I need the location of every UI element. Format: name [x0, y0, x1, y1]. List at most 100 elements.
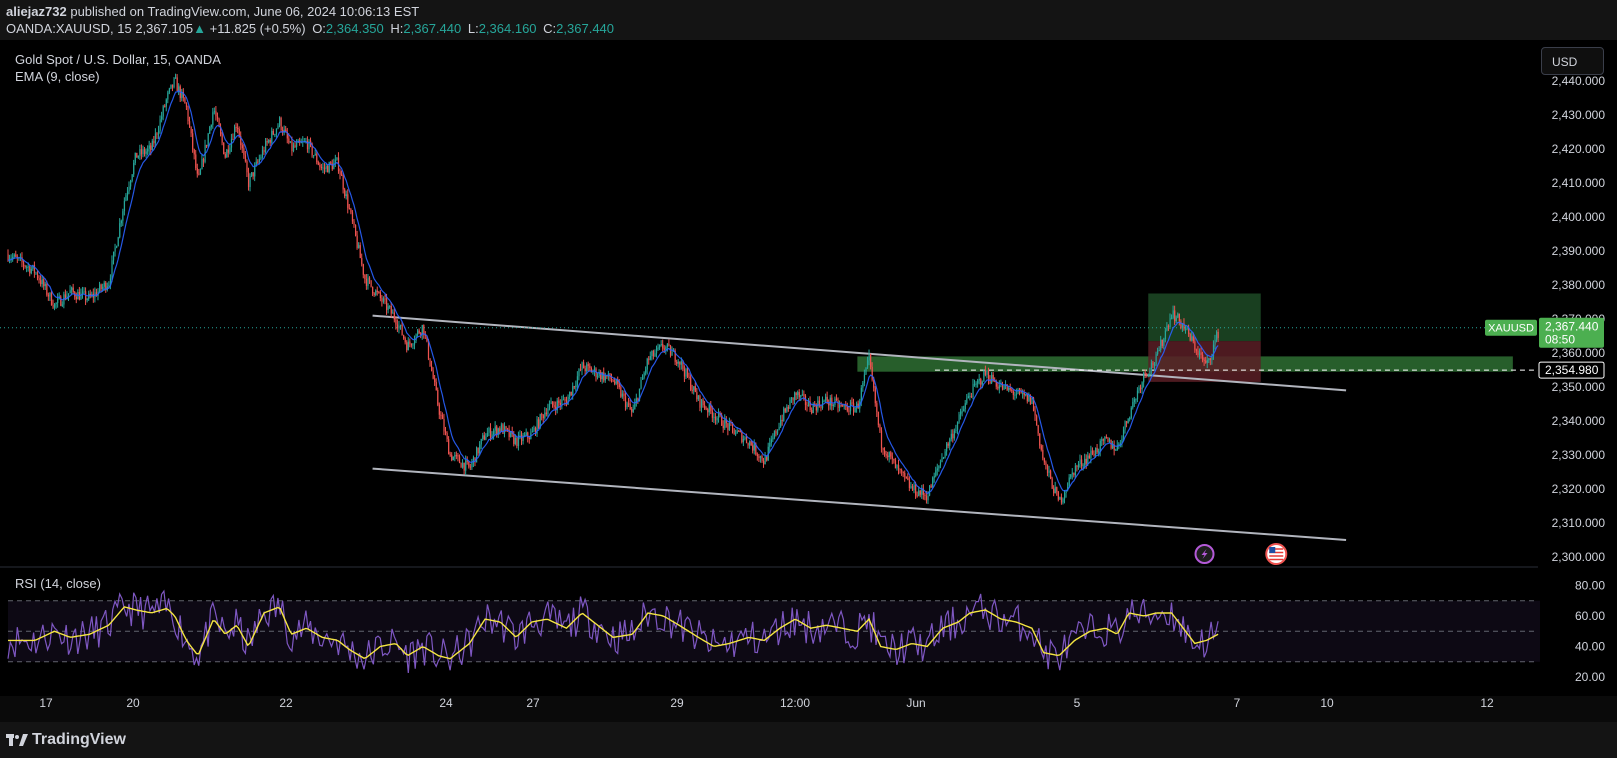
candle-body	[83, 291, 85, 293]
candle-body	[545, 412, 548, 415]
candle-body	[693, 386, 695, 391]
candle-body	[911, 486, 914, 491]
candle-body	[966, 398, 968, 404]
candle-body	[659, 345, 661, 348]
price-chart[interactable]: 2,300.000 2,310.000 2,320.000 2,330.000 2,34…	[0, 0, 1617, 722]
candle-body	[1195, 349, 1198, 351]
candle-body	[956, 422, 959, 430]
candle-body	[626, 403, 628, 408]
candle-body	[288, 138, 290, 143]
candle-body	[541, 414, 543, 416]
candle-body	[759, 456, 762, 459]
candle-body	[958, 414, 960, 423]
candle-body	[960, 411, 962, 415]
candle-body	[699, 395, 701, 408]
candle-body	[705, 408, 707, 410]
candle-body	[477, 447, 479, 454]
candle-body	[1022, 392, 1024, 394]
chart-title-legend[interactable]: Gold Spot / U.S. Dollar, 15, OANDA	[15, 52, 221, 67]
candle-body	[679, 361, 681, 365]
candle-body	[704, 405, 706, 409]
candle-body	[175, 77, 177, 79]
candle-body	[378, 291, 380, 293]
candle-body	[901, 470, 903, 472]
candle-body	[987, 371, 990, 381]
candle-body	[981, 381, 983, 385]
candle-body	[1152, 362, 1154, 366]
candle-body	[207, 133, 209, 146]
candle-body	[752, 445, 754, 451]
candle-body	[1063, 493, 1066, 499]
currency-button[interactable]: USD	[1541, 47, 1604, 75]
candle-body	[438, 404, 440, 415]
candle-body	[165, 99, 167, 107]
tradingview-logo[interactable]: TradingView	[6, 731, 126, 749]
candle-body	[519, 434, 521, 436]
candle-body	[168, 88, 171, 93]
candle-body	[128, 186, 130, 192]
candle-body	[507, 428, 509, 430]
candle-body	[1194, 341, 1196, 350]
candle-body	[55, 302, 57, 304]
candle-body	[893, 458, 895, 461]
candle-body	[199, 169, 202, 175]
candle-body	[974, 383, 976, 385]
candle-body	[1093, 453, 1095, 456]
candle-body	[49, 292, 51, 297]
candle-body	[13, 254, 15, 257]
candle-body	[984, 370, 987, 375]
candle-body	[932, 477, 934, 488]
candle-body	[418, 330, 420, 334]
candle-body	[1036, 415, 1038, 426]
candle-body	[1081, 459, 1083, 467]
candle-body	[120, 220, 122, 224]
candle-body	[1209, 358, 1212, 360]
candle-body	[552, 401, 554, 406]
candle-body	[618, 383, 620, 388]
ema-legend[interactable]: EMA (9, close)	[15, 69, 100, 84]
rsi-legend[interactable]: RSI (14, close)	[15, 576, 101, 591]
candle-body	[353, 221, 355, 225]
price-tick-label: 2,410.000	[1552, 176, 1606, 190]
candle-body	[292, 145, 295, 151]
candle-body	[1150, 362, 1153, 371]
candle-body	[634, 402, 636, 410]
candle-body	[404, 338, 406, 343]
candle-body	[1090, 450, 1092, 459]
candle-body	[1042, 449, 1044, 459]
candle-body	[612, 380, 614, 382]
candle-body	[707, 409, 709, 413]
candle-body	[81, 291, 84, 294]
candle-body	[925, 496, 928, 501]
candle-body	[652, 350, 655, 357]
candle-body	[29, 266, 31, 274]
candle-body	[162, 106, 164, 117]
candle-body	[581, 362, 583, 370]
candle-body	[863, 374, 866, 384]
candle-body	[702, 399, 704, 406]
candle-body	[651, 350, 653, 357]
candle-body	[885, 454, 887, 456]
candle-body	[327, 165, 329, 173]
time-tick-label: 27	[526, 696, 540, 710]
candle-body	[781, 419, 783, 421]
candle-body	[1034, 410, 1036, 416]
candle-body	[713, 416, 715, 418]
candle-body	[345, 194, 347, 197]
candle-body	[389, 306, 391, 308]
candle-body	[161, 116, 163, 120]
candle-body	[291, 141, 293, 151]
candle-body	[955, 429, 957, 431]
candle-body	[800, 395, 802, 398]
candle-body	[1062, 498, 1064, 503]
candle-body	[27, 266, 29, 268]
candle-body	[1130, 407, 1132, 419]
candle-body	[192, 133, 194, 150]
candle-body	[131, 174, 133, 181]
candle-body	[806, 404, 808, 407]
candle-body	[449, 454, 451, 456]
candle-body	[294, 145, 296, 147]
candle-body	[148, 145, 150, 149]
candle-body	[738, 430, 740, 432]
candle-body	[40, 280, 42, 285]
